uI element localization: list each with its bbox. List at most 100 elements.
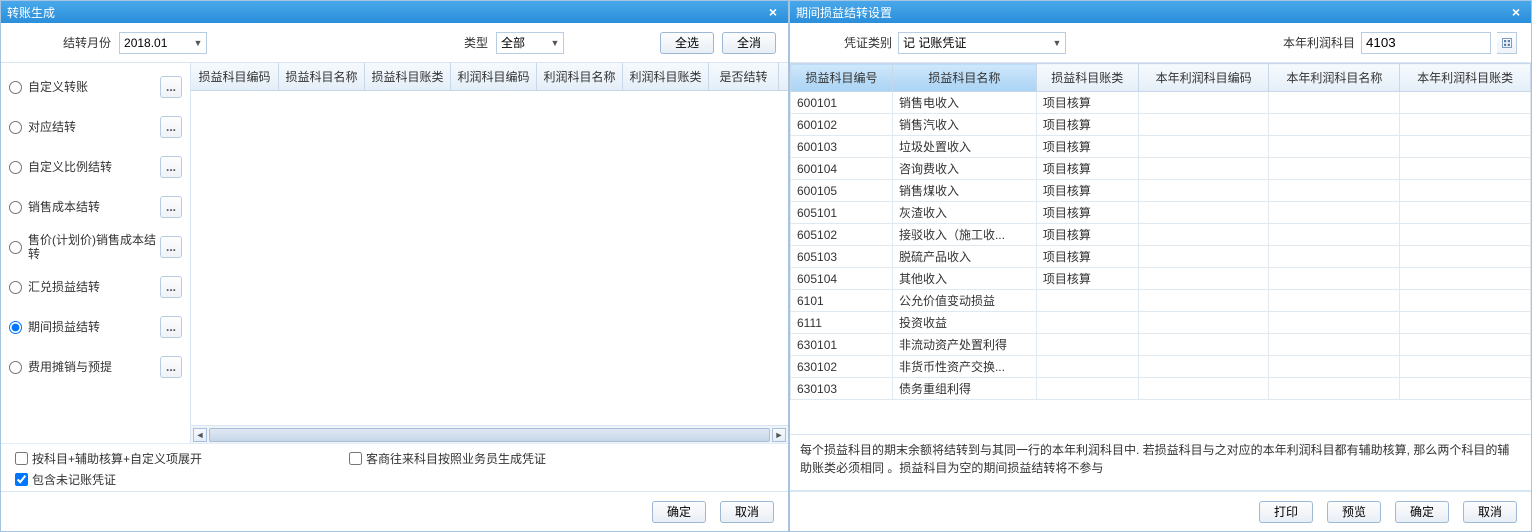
table-cell[interactable] [1269,180,1400,202]
close-icon[interactable]: × [764,3,782,21]
horizontal-scrollbar[interactable]: ◄ ► [191,425,788,443]
option-radio[interactable] [9,161,22,174]
table-cell[interactable] [1269,114,1400,136]
table-cell[interactable] [1138,378,1269,400]
option-radio[interactable] [9,361,22,374]
select-none-button[interactable]: 全消 [722,32,776,54]
table-cell[interactable]: 600101 [791,92,893,114]
voucher-input[interactable] [899,33,1049,53]
option-row[interactable]: 自定义转账... [1,67,190,107]
table-row[interactable]: 600102销售汽收入项目核算 [791,114,1531,136]
table-cell[interactable] [1269,202,1400,224]
table-cell[interactable] [1138,290,1269,312]
table-cell[interactable]: 接驳收入（施工收... [892,224,1036,246]
table-cell[interactable] [1269,356,1400,378]
table-cell[interactable]: 非流动资产处置利得 [892,334,1036,356]
table-cell[interactable] [1269,92,1400,114]
table-cell[interactable]: 项目核算 [1036,180,1138,202]
table-row[interactable]: 630103债务重组利得 [791,378,1531,400]
table-cell[interactable] [1269,334,1400,356]
table-cell[interactable] [1036,312,1138,334]
table-row[interactable]: 6111投资收益 [791,312,1531,334]
table-cell[interactable] [1138,268,1269,290]
table-cell[interactable] [1269,158,1400,180]
table-row[interactable]: 6101公允价值变动损益 [791,290,1531,312]
table-cell[interactable] [1400,268,1531,290]
table-cell[interactable]: 项目核算 [1036,268,1138,290]
cancel-button[interactable]: 取消 [720,501,774,523]
print-button[interactable]: 打印 [1259,501,1313,523]
table-cell[interactable]: 销售汽收入 [892,114,1036,136]
option-radio[interactable] [9,281,22,294]
expand-checkbox[interactable] [15,452,28,465]
option-row[interactable]: 对应结转... [1,107,190,147]
table-cell[interactable] [1138,312,1269,334]
table-cell[interactable] [1400,158,1531,180]
grid-header-cell[interactable]: 本年利润科目编码 [1138,64,1269,92]
table-row[interactable]: 630102非货币性资产交换... [791,356,1531,378]
table-cell[interactable] [1269,246,1400,268]
ok-button[interactable]: 确定 [652,501,706,523]
cust-checkbox[interactable] [349,452,362,465]
table-cell[interactable] [1400,378,1531,400]
table-row[interactable]: 605103脱硫产品收入项目核算 [791,246,1531,268]
table-cell[interactable] [1138,92,1269,114]
table-cell[interactable] [1269,290,1400,312]
ellipsis-icon[interactable]: ... [160,156,182,178]
option-row[interactable]: 汇兑损益结转... [1,267,190,307]
month-input[interactable] [120,33,190,53]
table-cell[interactable]: 垃圾处置收入 [892,136,1036,158]
table-cell[interactable]: 605101 [791,202,893,224]
option-row[interactable]: 自定义比例结转... [1,147,190,187]
ellipsis-icon[interactable]: ... [160,116,182,138]
table-cell[interactable]: 销售电收入 [892,92,1036,114]
month-combo[interactable]: ▼ [119,32,207,54]
table-cell[interactable] [1036,378,1138,400]
table-cell[interactable] [1400,114,1531,136]
grid-header-cell[interactable]: 损益科目名称 [279,63,365,90]
type-combo[interactable]: ▼ [496,32,564,54]
table-cell[interactable]: 600103 [791,136,893,158]
table-cell[interactable]: 630101 [791,334,893,356]
table-row[interactable]: 600105销售煤收入项目核算 [791,180,1531,202]
table-cell[interactable]: 605102 [791,224,893,246]
table-cell[interactable] [1400,180,1531,202]
grid-header-cell[interactable]: 损益科目编号 [791,64,893,92]
table-row[interactable]: 600101销售电收入项目核算 [791,92,1531,114]
cust-checkbox-row[interactable]: 客商往来科目按照业务员生成凭证 [349,450,546,467]
table-cell[interactable]: 投资收益 [892,312,1036,334]
option-row[interactable]: 售价(计划价)销售成本结转... [1,227,190,267]
table-cell[interactable] [1138,202,1269,224]
table-cell[interactable] [1269,378,1400,400]
table-cell[interactable]: 630103 [791,378,893,400]
table-cell[interactable]: 600102 [791,114,893,136]
table-cell[interactable] [1400,202,1531,224]
table-cell[interactable] [1036,334,1138,356]
grid-header-cell[interactable]: 利润科目账类 [623,63,709,90]
table-row[interactable]: 605101灰渣收入项目核算 [791,202,1531,224]
table-cell[interactable] [1138,356,1269,378]
option-radio[interactable] [9,121,22,134]
table-cell[interactable]: 公允价值变动损益 [892,290,1036,312]
type-input[interactable] [497,33,547,53]
table-cell[interactable] [1036,356,1138,378]
scroll-thumb[interactable] [209,428,770,442]
grid-header-cell[interactable]: 利润科目名称 [537,63,623,90]
profit-input[interactable] [1361,32,1491,54]
table-cell[interactable]: 6101 [791,290,893,312]
table-cell[interactable] [1400,136,1531,158]
voucher-combo[interactable]: ▼ [898,32,1066,54]
include-checkbox-row[interactable]: 包含未记账凭证 [15,471,774,488]
table-row[interactable]: 605104其他收入项目核算 [791,268,1531,290]
include-checkbox[interactable] [15,473,28,486]
table-cell[interactable]: 项目核算 [1036,114,1138,136]
scroll-left-icon[interactable]: ◄ [193,428,207,442]
option-row[interactable]: 期间损益结转... [1,307,190,347]
cancel-button[interactable]: 取消 [1463,501,1517,523]
table-cell[interactable]: 600104 [791,158,893,180]
option-radio[interactable] [9,81,22,94]
table-cell[interactable] [1400,312,1531,334]
table-cell[interactable]: 灰渣收入 [892,202,1036,224]
ellipsis-icon[interactable]: ... [160,316,182,338]
option-radio[interactable] [9,241,22,254]
